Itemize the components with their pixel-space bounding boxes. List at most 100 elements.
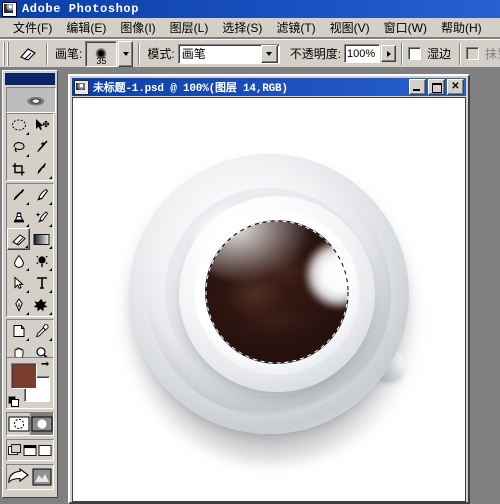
menu-filter[interactable]: 滤镜(T) xyxy=(269,17,322,38)
default-colors-icon[interactable] xyxy=(8,396,19,407)
opacity-slider-button[interactable] xyxy=(381,45,397,62)
mode-dropdown-button[interactable] xyxy=(260,44,278,63)
flyout-triangle-icon xyxy=(46,202,52,205)
tool-group-1 xyxy=(6,113,54,181)
flyout-triangle-icon xyxy=(23,268,29,271)
wet-edges-checkbox[interactable] xyxy=(408,47,422,60)
pen-tool[interactable] xyxy=(7,294,30,316)
marquee-elliptical-tool[interactable] xyxy=(7,114,30,136)
type-tool[interactable] xyxy=(30,272,53,294)
flyout-triangle-icon xyxy=(46,246,52,249)
history-brush-tool[interactable] xyxy=(30,206,53,228)
full-screen-mode-button[interactable] xyxy=(38,440,53,460)
chevron-down-icon xyxy=(266,51,273,56)
flyout-triangle-icon xyxy=(23,154,29,157)
brush-preview[interactable]: 35 xyxy=(85,40,118,67)
mode-value: 画笔 xyxy=(181,47,206,61)
move-tool[interactable] xyxy=(30,114,53,136)
flyout-triangle-icon xyxy=(46,338,52,341)
full-screen-menubar-mode-button[interactable] xyxy=(22,440,37,460)
quick-mask-mode-button[interactable] xyxy=(30,413,53,435)
menu-image[interactable]: 图像(I) xyxy=(113,17,162,38)
paintbrush-tool[interactable] xyxy=(30,184,53,206)
flyout-triangle-icon xyxy=(46,224,52,227)
notes-tool[interactable] xyxy=(7,320,30,342)
flyout-triangle-icon xyxy=(23,202,29,205)
jump-to-row xyxy=(6,464,54,490)
magic-wand-tool[interactable] xyxy=(30,136,53,158)
blur-tool[interactable] xyxy=(7,250,30,272)
close-button[interactable]: ✕ xyxy=(447,79,464,95)
tool-grid xyxy=(6,113,54,367)
menu-window[interactable]: 窗口(W) xyxy=(377,17,434,38)
options-separator-3 xyxy=(401,42,404,65)
mask-mode-row xyxy=(6,412,54,436)
options-bar-grip[interactable] xyxy=(3,41,11,66)
menu-layer[interactable]: 图层(L) xyxy=(163,17,216,38)
flyout-triangle-icon xyxy=(23,132,29,135)
eye-banner-image[interactable] xyxy=(6,87,56,113)
menu-file[interactable]: 文件(F) xyxy=(6,17,59,38)
clone-stamp-tool[interactable] xyxy=(7,206,30,228)
flyout-triangle-icon xyxy=(23,290,29,293)
menu-help[interactable]: 帮助(H) xyxy=(434,17,489,38)
path-selection-tool[interactable] xyxy=(7,272,30,294)
photoshop-app-icon xyxy=(2,1,17,17)
document-title-bar[interactable]: 未标题-1.psd @ 100%(图层 14,RGB) ✕ xyxy=(72,78,466,96)
erase-to-history-checkbox xyxy=(466,47,480,60)
eraser-icon xyxy=(15,43,41,65)
chevron-down-icon xyxy=(122,51,129,56)
dodge-tool[interactable] xyxy=(30,250,53,272)
menu-view[interactable]: 视图(V) xyxy=(323,17,377,38)
wet-edges-label: 湿边 xyxy=(427,47,452,61)
toolbox-title-bar[interactable] xyxy=(5,73,55,85)
healing-brush-tool[interactable] xyxy=(7,184,30,206)
menu-select[interactable]: 选择(S) xyxy=(215,17,269,38)
close-icon: ✕ xyxy=(451,81,460,92)
selection-marching-ants xyxy=(205,220,349,364)
image-canvas[interactable] xyxy=(73,98,465,501)
coffee-cup-artwork xyxy=(73,98,465,501)
opacity-input[interactable]: 100% xyxy=(344,44,381,63)
opacity-label: 不透明度: xyxy=(289,47,342,61)
chevron-right-icon xyxy=(386,50,391,57)
document-window: 未标题-1.psd @ 100%(图层 14,RGB) ✕ xyxy=(68,74,470,504)
shape-tool[interactable] xyxy=(30,294,53,316)
tool-group-2 xyxy=(6,183,54,317)
gradient-tool[interactable] xyxy=(30,228,53,250)
lasso-tool[interactable] xyxy=(7,136,30,158)
flyout-triangle-icon xyxy=(46,312,52,315)
flyout-triangle-icon xyxy=(46,290,52,293)
document-title: 未标题-1.psd @ 100%(图层 14,RGB) xyxy=(93,83,288,95)
photoshop-window: Adobe Photoshop 文件(F) 编辑(E) 图像(I) 图层(L) … xyxy=(0,0,500,504)
jump-to-imageready-button[interactable] xyxy=(7,465,31,489)
eyedropper-tool[interactable] xyxy=(30,320,53,342)
options-separator-4 xyxy=(459,42,462,65)
foreground-color-swatch[interactable] xyxy=(11,363,37,389)
eraser-tool[interactable] xyxy=(7,228,30,250)
standard-screen-mode-button[interactable] xyxy=(7,440,22,460)
slice-tool[interactable] xyxy=(30,158,53,180)
app-title-bar: Adobe Photoshop xyxy=(0,0,500,18)
options-separator-1 xyxy=(46,42,48,65)
toolbox-panel xyxy=(2,70,58,498)
swap-colors-icon[interactable] xyxy=(40,360,50,370)
brush-picker-dropdown[interactable] xyxy=(118,40,134,67)
opacity-value: 100% xyxy=(347,47,376,60)
crop-tool[interactable] xyxy=(7,158,30,180)
brush-size-value: 35 xyxy=(96,55,107,66)
canvas-frame xyxy=(72,97,466,502)
erase-to-history-label: 抹到历 xyxy=(485,47,500,61)
desktop-background-right xyxy=(470,68,500,500)
mode-select[interactable]: 画笔 xyxy=(177,43,280,64)
tool-options-bar: 画笔: 35 模式: 画笔 不透明度: 100% 湿边 抹到历 xyxy=(0,39,500,68)
mode-label: 模式: xyxy=(147,47,175,61)
flyout-triangle-icon xyxy=(23,312,29,315)
menu-bar: 文件(F) 编辑(E) 图像(I) 图层(L) 选择(S) 滤镜(T) 视图(V… xyxy=(0,18,500,38)
maximize-button[interactable] xyxy=(428,79,445,95)
imageready-preview-button[interactable] xyxy=(31,465,53,489)
minimize-button[interactable] xyxy=(409,79,426,95)
flyout-triangle-icon xyxy=(46,176,52,179)
standard-mask-mode-button[interactable] xyxy=(7,413,30,435)
menu-edit[interactable]: 编辑(E) xyxy=(59,17,113,38)
